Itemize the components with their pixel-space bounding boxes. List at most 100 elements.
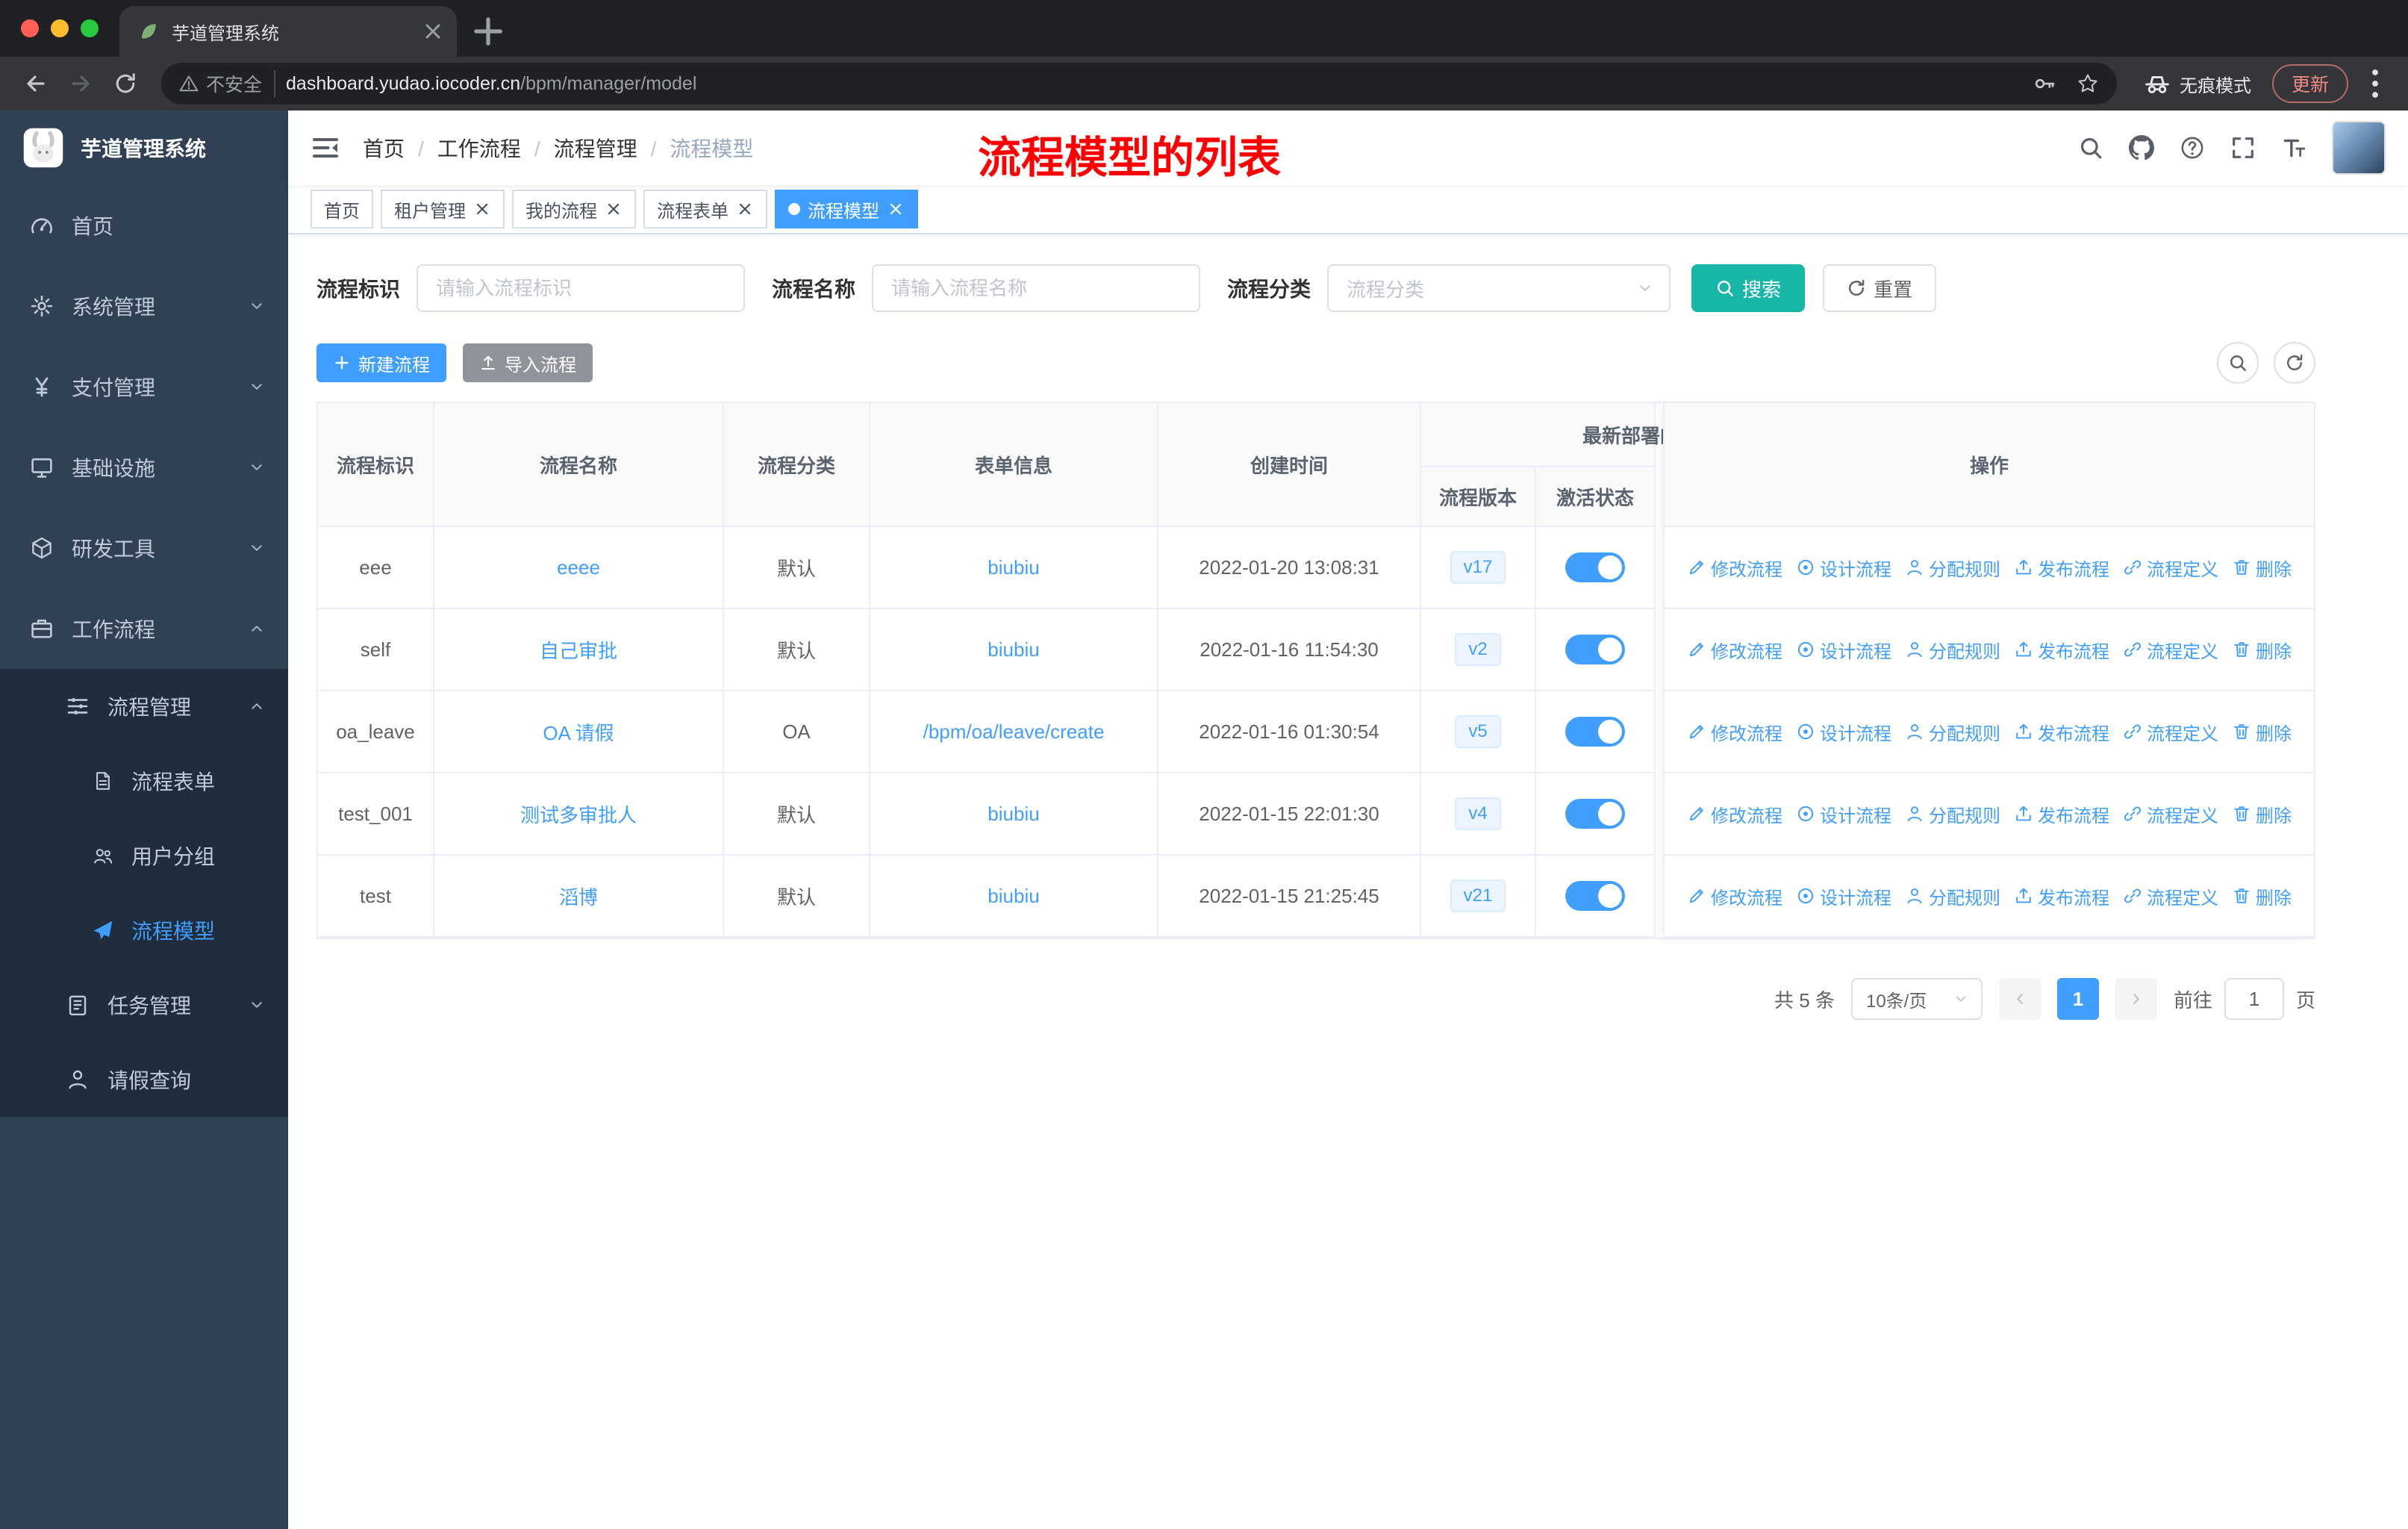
sidebar-item-workflow[interactable]: 工作流程 xyxy=(0,588,288,669)
action-edit-link[interactable]: 修改流程 xyxy=(1687,883,1782,909)
category-select[interactable]: 流程分类 xyxy=(1327,264,1671,312)
sidebar-item-process-model[interactable]: 流程模型 xyxy=(0,893,288,968)
active-toggle[interactable] xyxy=(1565,552,1625,582)
process-name-link[interactable]: 测试多审批人 xyxy=(520,800,637,828)
form-info-link[interactable]: biubiu xyxy=(988,638,1039,661)
update-chip[interactable]: 更新 xyxy=(2271,64,2348,103)
github-icon[interactable] xyxy=(2129,135,2154,161)
tag-tenant-mgmt[interactable]: 租户管理 xyxy=(381,190,505,228)
process-name-link[interactable]: 自己审批 xyxy=(540,636,617,664)
address-bar[interactable]: 不安全 dashboard.yudao.iocoder.cn/bpm/manag… xyxy=(161,63,2117,105)
action-edit-link[interactable]: 修改流程 xyxy=(1687,555,1782,581)
action-trash-link[interactable]: 删除 xyxy=(2232,719,2292,745)
breadcrumb-home[interactable]: 首页 xyxy=(363,133,405,163)
form-info-link[interactable]: biubiu xyxy=(988,556,1039,579)
action-publish-link[interactable]: 发布流程 xyxy=(2014,719,2109,745)
form-info-link[interactable]: /bpm/oa/leave/create xyxy=(923,720,1105,744)
sidebar-item-payment[interactable]: 支付管理 xyxy=(0,346,288,427)
action-edit-link[interactable]: 修改流程 xyxy=(1687,801,1782,827)
tag-home[interactable]: 首页 xyxy=(311,190,373,228)
process-key-input[interactable] xyxy=(417,264,746,312)
action-link-link[interactable]: 流程定义 xyxy=(2123,719,2218,745)
action-assign-link[interactable]: 分配规则 xyxy=(1905,883,2000,909)
minimize-window-button[interactable] xyxy=(51,19,69,37)
reset-button[interactable]: 重置 xyxy=(1823,264,1937,312)
browser-menu-button[interactable] xyxy=(2357,66,2393,102)
process-name-input[interactable] xyxy=(872,264,1201,312)
sidebar-item-system[interactable]: 系统管理 xyxy=(0,266,288,346)
breadcrumb-workflow[interactable]: 工作流程 xyxy=(405,133,521,163)
sidebar-item-process-form[interactable]: 流程表单 xyxy=(0,744,288,818)
font-size-icon[interactable] xyxy=(2281,135,2306,161)
action-publish-link[interactable]: 发布流程 xyxy=(2014,801,2109,827)
action-design-link[interactable]: 设计流程 xyxy=(1796,801,1891,827)
create-process-button[interactable]: 新建流程 xyxy=(316,343,446,382)
action-assign-link[interactable]: 分配规则 xyxy=(1905,801,2000,827)
close-icon[interactable] xyxy=(887,200,905,218)
next-page-button[interactable] xyxy=(2115,978,2157,1020)
help-icon[interactable] xyxy=(2180,135,2205,161)
action-publish-link[interactable]: 发布流程 xyxy=(2014,883,2109,909)
action-trash-link[interactable]: 删除 xyxy=(2232,801,2292,827)
action-publish-link[interactable]: 发布流程 xyxy=(2014,555,2109,581)
close-icon[interactable] xyxy=(736,200,754,218)
close-icon[interactable] xyxy=(473,200,491,218)
sidebar-item-process-mgmt[interactable]: 流程管理 xyxy=(0,669,288,744)
close-icon[interactable] xyxy=(605,200,623,218)
action-assign-link[interactable]: 分配规则 xyxy=(1905,719,2000,745)
prev-page-button[interactable] xyxy=(1998,978,2041,1020)
browser-tab[interactable]: 芋道管理系统 xyxy=(119,6,457,57)
active-toggle[interactable] xyxy=(1565,881,1625,911)
active-toggle[interactable] xyxy=(1565,799,1625,829)
security-indicator[interactable]: 不安全 xyxy=(179,70,276,97)
import-process-button[interactable]: 导入流程 xyxy=(463,343,593,382)
sidebar-item-task-mgmt[interactable]: 任务管理 xyxy=(0,968,288,1042)
goto-page-input[interactable] xyxy=(2224,978,2284,1020)
breadcrumb-process-mgmt[interactable]: 流程管理 xyxy=(521,133,637,163)
action-edit-link[interactable]: 修改流程 xyxy=(1687,719,1782,745)
tab-close-icon[interactable] xyxy=(421,19,445,43)
action-design-link[interactable]: 设计流程 xyxy=(1796,883,1891,909)
tag-my-process[interactable]: 我的流程 xyxy=(512,190,636,228)
forward-button[interactable] xyxy=(60,63,102,105)
action-link-link[interactable]: 流程定义 xyxy=(2123,637,2218,663)
action-design-link[interactable]: 设计流程 xyxy=(1796,719,1891,745)
sidebar-toggle-icon[interactable] xyxy=(311,133,340,163)
close-window-button[interactable] xyxy=(21,19,39,37)
sidebar-item-user-group[interactable]: 用户分组 xyxy=(0,818,288,893)
process-name-link[interactable]: eeee xyxy=(557,556,600,579)
back-button[interactable] xyxy=(15,63,57,105)
tag-process-model[interactable]: 流程模型 xyxy=(775,190,918,228)
process-name-link[interactable]: 滔博 xyxy=(559,882,598,910)
action-edit-link[interactable]: 修改流程 xyxy=(1687,637,1782,663)
action-trash-link[interactable]: 删除 xyxy=(2232,555,2292,581)
page-1-button[interactable]: 1 xyxy=(2056,978,2099,1020)
sidebar-item-leave-query[interactable]: 请假查询 xyxy=(0,1042,288,1117)
action-link-link[interactable]: 流程定义 xyxy=(2123,883,2218,909)
reload-button[interactable] xyxy=(105,63,146,105)
sidebar-item-devtools[interactable]: 研发工具 xyxy=(0,508,288,588)
toggle-search-button[interactable] xyxy=(2217,342,2259,384)
action-design-link[interactable]: 设计流程 xyxy=(1796,637,1891,663)
new-tab-button[interactable] xyxy=(469,12,508,51)
action-link-link[interactable]: 流程定义 xyxy=(2123,555,2218,581)
sidebar-item-home[interactable]: 首页 xyxy=(0,185,288,266)
page-size-select[interactable]: 10条/页 xyxy=(1850,978,1983,1020)
action-trash-link[interactable]: 删除 xyxy=(2232,883,2292,909)
action-design-link[interactable]: 设计流程 xyxy=(1796,555,1891,581)
sidebar-item-infrastructure[interactable]: 基础设施 xyxy=(0,427,288,508)
tag-process-form[interactable]: 流程表单 xyxy=(643,190,767,228)
password-key-icon[interactable] xyxy=(2033,72,2056,95)
action-trash-link[interactable]: 删除 xyxy=(2232,637,2292,663)
form-info-link[interactable]: biubiu xyxy=(988,803,1039,826)
user-avatar[interactable] xyxy=(2332,121,2386,175)
search-button[interactable]: 搜索 xyxy=(1691,264,1806,312)
refresh-table-button[interactable] xyxy=(2274,342,2315,384)
action-publish-link[interactable]: 发布流程 xyxy=(2014,637,2109,663)
action-assign-link[interactable]: 分配规则 xyxy=(1905,637,2000,663)
search-icon[interactable] xyxy=(2078,135,2103,161)
active-toggle[interactable] xyxy=(1565,635,1625,664)
fullscreen-icon[interactable] xyxy=(2230,135,2256,161)
bookmark-star-icon[interactable] xyxy=(2077,72,2099,95)
process-name-link[interactable]: OA 请假 xyxy=(543,718,614,746)
